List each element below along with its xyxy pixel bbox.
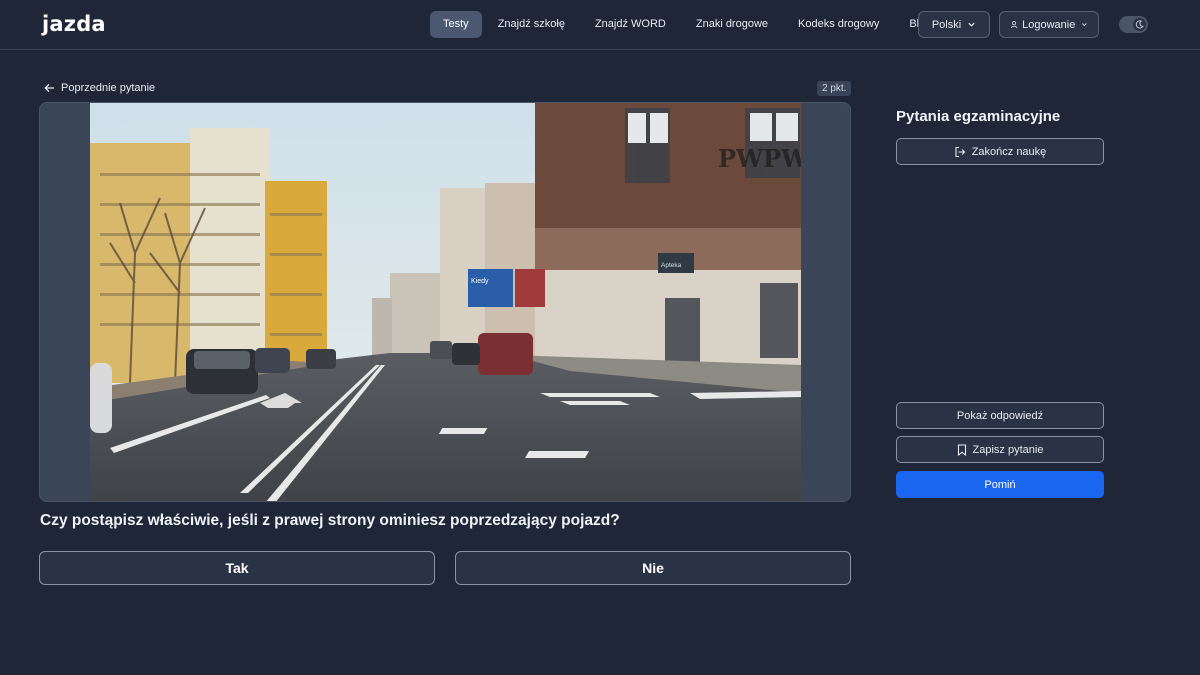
arrow-left-icon	[44, 83, 54, 93]
question-text: Czy postąpisz właściwie, jeśli z prawej …	[40, 512, 620, 529]
login-label: Logowanie	[1022, 18, 1076, 31]
answer-no-button[interactable]: Nie	[455, 551, 851, 585]
street-scene-image: Kiedy Apteka PWPW	[90, 103, 801, 501]
watermark-text: PWPW	[718, 144, 801, 173]
language-select[interactable]: Polski	[918, 11, 990, 38]
language-label: Polski	[931, 18, 962, 31]
sidebar-title: Pytania egzaminacyjne	[896, 108, 1061, 125]
nav-item-highway-code[interactable]: Kodeks drogowy	[784, 11, 893, 38]
answer-yes-button[interactable]: Tak	[39, 551, 435, 585]
logo[interactable]: ⁠jazda	[42, 12, 106, 36]
login-button[interactable]: Logowanie	[999, 11, 1099, 38]
previous-question-label: Poprzednie pytanie	[61, 82, 156, 94]
end-study-button[interactable]: Zakończ naukę	[896, 138, 1104, 165]
bookmark-icon	[957, 443, 966, 456]
save-question-label: Zapisz pytanie	[972, 443, 1044, 456]
nav-item-find-word[interactable]: Znajdź WORD	[581, 11, 680, 38]
theme-knob	[1133, 18, 1146, 31]
top-header: ⁠jazda Testy Znajdź szkołę Znajdź WORD Z…	[0, 0, 1200, 50]
main-nav: Testy Znajdź szkołę Znajdź WORD Znaki dr…	[430, 11, 947, 38]
chevron-down-icon	[968, 22, 975, 27]
logo-text: jazda	[42, 12, 106, 36]
end-study-label: Zakończ naukę	[971, 145, 1047, 158]
show-answer-button[interactable]: Pokaż odpowiedź	[896, 402, 1104, 429]
moon-icon	[1135, 20, 1144, 29]
question-media: Kiedy Apteka PWPW	[39, 102, 851, 502]
shop-sign-text: Apteka	[661, 262, 682, 269]
theme-toggle[interactable]	[1119, 16, 1148, 33]
save-question-button[interactable]: Zapisz pytanie	[896, 436, 1104, 463]
chevron-down-icon	[1082, 23, 1087, 27]
user-icon	[1010, 21, 1018, 29]
show-answer-label: Pokaż odpowiedź	[956, 409, 1044, 422]
points-badge: 2 pkt.	[817, 81, 852, 96]
nav-item-testy[interactable]: Testy	[430, 11, 482, 38]
nav-item-find-school[interactable]: Znajdź szkołę	[484, 11, 579, 38]
skip-label: Pomiń	[984, 478, 1016, 491]
logout-icon	[955, 146, 965, 157]
nav-item-road-signs[interactable]: Znaki drogowe	[682, 11, 782, 38]
street-scene-drawing: Kiedy Apteka PWPW	[90, 103, 801, 501]
billboard-text: Kiedy	[471, 278, 489, 285]
skip-button[interactable]: Pomiń	[896, 471, 1104, 498]
previous-question-link[interactable]: Poprzednie pytanie	[44, 80, 155, 96]
